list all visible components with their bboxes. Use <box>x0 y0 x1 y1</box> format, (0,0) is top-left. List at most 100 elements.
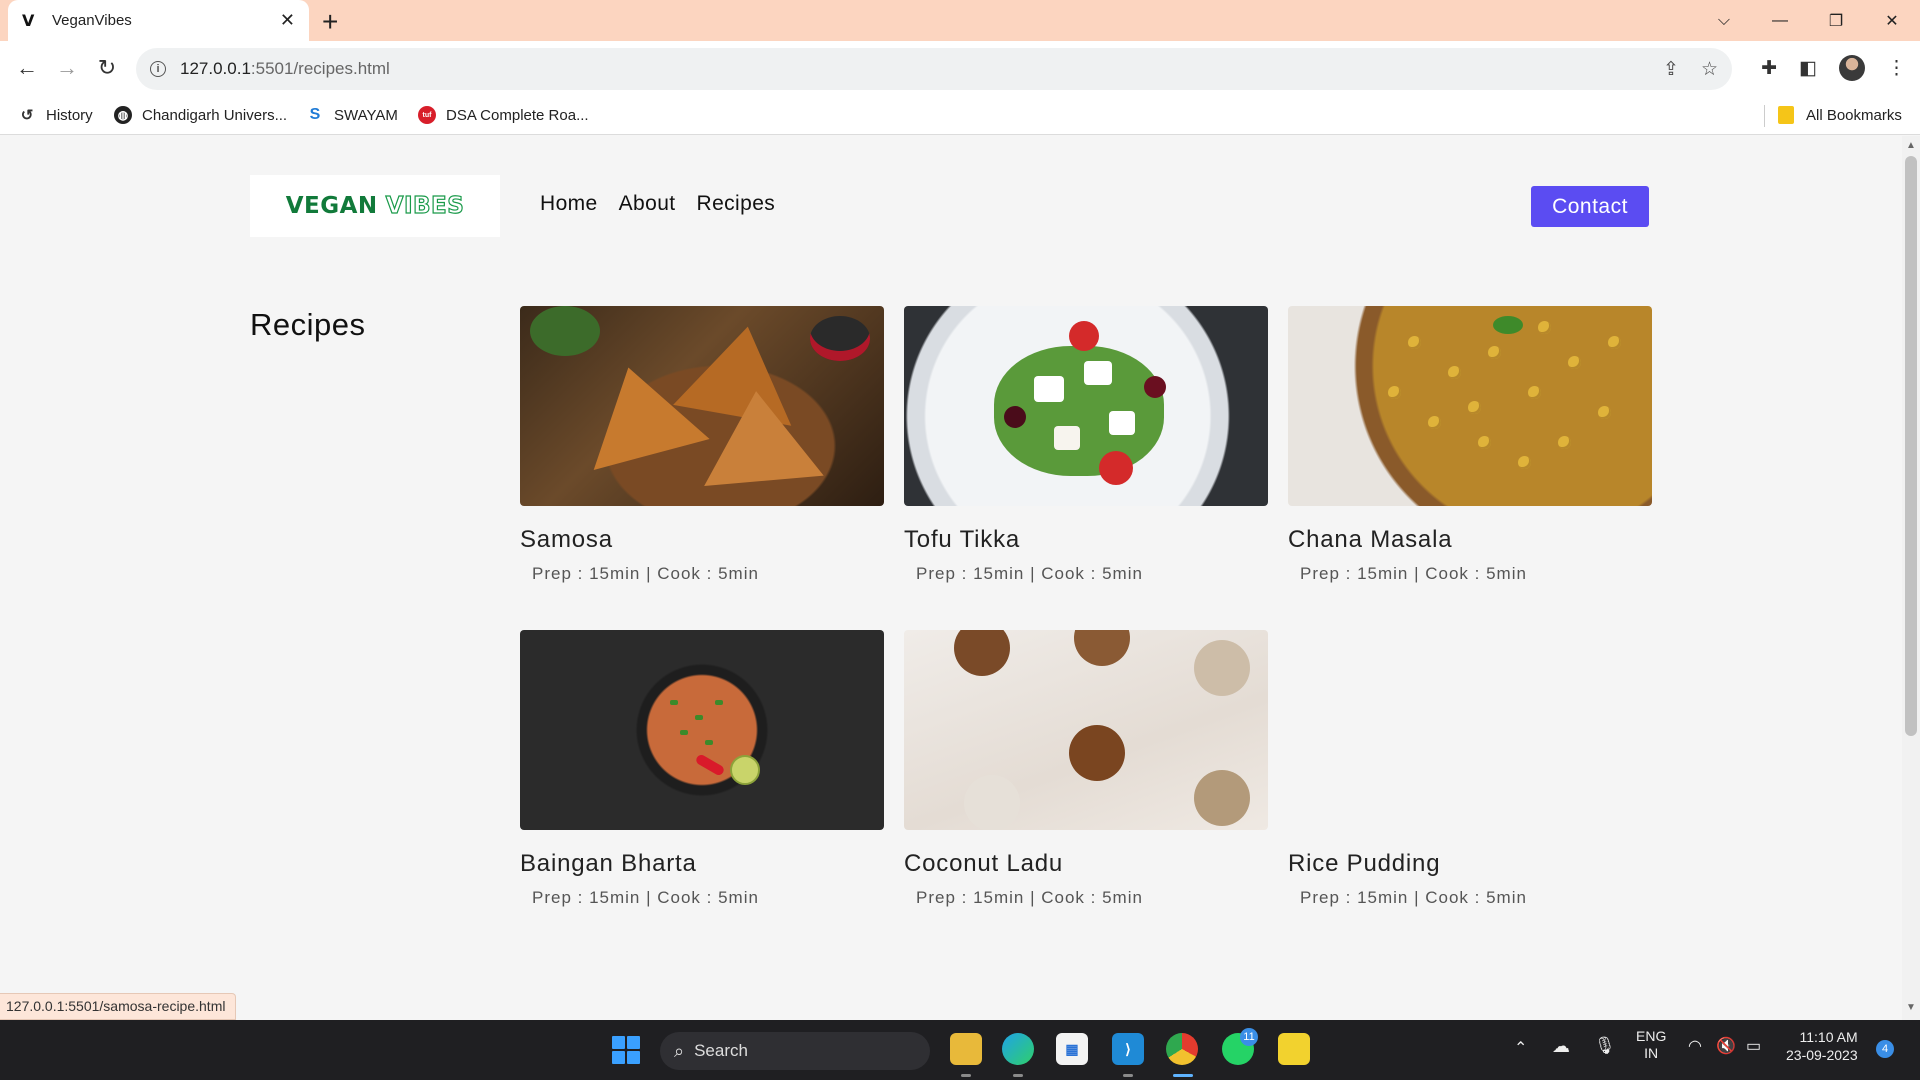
scroll-thumb[interactable] <box>1905 156 1917 736</box>
window-controls: ⌵ — ❐ ✕ <box>1696 0 1920 41</box>
recipe-card-chana-masala[interactable]: Chana Masala Prep : 15min | Cook : 5min <box>1288 306 1652 584</box>
menu-icon[interactable]: ⋮ <box>1887 57 1906 80</box>
rice-pudding-image-placeholder[interactable] <box>1288 630 1652 830</box>
microsoft-store-icon[interactable]: ▦ <box>1056 1033 1088 1065</box>
clock[interactable]: 11:10 AM 23-09-2023 <box>1786 1028 1858 1064</box>
taskbar-search[interactable]: ⌕ Search <box>660 1032 930 1070</box>
all-bookmarks-label: All Bookmarks <box>1806 106 1902 124</box>
restore-button[interactable]: ❐ <box>1808 0 1864 41</box>
bookmark-swayam[interactable]: S SWAYAM <box>306 106 398 124</box>
browser-toolbar: ← → ↻ i 127.0.0.1:5501/recipes.html ⇪ ☆ … <box>0 41 1920 97</box>
sticky-notes-icon[interactable] <box>1278 1033 1310 1065</box>
url-path: :5501/recipes.html <box>250 59 390 78</box>
edge-icon[interactable] <box>1002 1033 1034 1065</box>
app-running-indicator <box>1123 1074 1133 1077</box>
chana-masala-image[interactable] <box>1288 306 1652 506</box>
language-indicator[interactable]: ENG IN <box>1636 1028 1666 1062</box>
reload-button[interactable]: ↻ <box>92 55 122 81</box>
wifi-icon[interactable]: ◠ <box>1688 1036 1702 1056</box>
search-placeholder: Search <box>694 1041 748 1060</box>
onedrive-icon[interactable]: ☁ <box>1552 1036 1570 1057</box>
logo-text-vibes: VIBES <box>385 192 465 219</box>
folder-icon <box>1778 106 1794 124</box>
volume-muted-icon[interactable]: 🔇 <box>1716 1036 1736 1056</box>
site-favicon-icon: V <box>22 11 35 30</box>
close-window-button[interactable]: ✕ <box>1864 0 1920 41</box>
recipe-card-samosa[interactable]: Samosa Prep : 15min | Cook : 5min <box>520 306 884 584</box>
recipe-card-tofu-tikka[interactable]: Tofu Tikka Prep : 15min | Cook : 5min <box>904 306 1268 584</box>
recipe-card-rice-pudding[interactable]: Rice Pudding Prep : 15min | Cook : 5min <box>1288 630 1652 908</box>
chrome-icon[interactable] <box>1166 1033 1198 1065</box>
os-taskbar: ⌕ Search ▦ ⟩ 11 ⌃ ☁ 🎙 ENG IN ◠ 🔇 ▭ 11:10… <box>0 1020 1920 1080</box>
scroll-up-icon[interactable]: ▲ <box>1906 140 1916 151</box>
tab-title: VeganVibes <box>52 12 132 29</box>
bookmark-label: Chandigarh Univers... <box>142 106 288 124</box>
recipe-meta: Prep : 15min | Cook : 5min <box>916 888 1143 907</box>
vscode-icon[interactable]: ⟩ <box>1112 1033 1144 1065</box>
globe-icon: ◍ <box>114 106 132 124</box>
page-scrollbar[interactable]: ▲ ▼ <box>1902 136 1920 1020</box>
minimize-button[interactable]: — <box>1752 0 1808 41</box>
browser-tab[interactable]: V VeganVibes ✕ <box>8 0 309 41</box>
bookmark-dsa[interactable]: tuf DSA Complete Roa... <box>418 106 589 124</box>
forward-button[interactable]: → <box>52 55 82 81</box>
microphone-icon[interactable]: 🎙 <box>1594 1036 1616 1056</box>
all-bookmarks[interactable]: All Bookmarks <box>1778 106 1902 124</box>
recipe-name[interactable]: Samosa <box>520 526 884 554</box>
tuf-icon: tuf <box>418 106 436 124</box>
show-hidden-icons-icon[interactable]: ⌃ <box>1514 1038 1527 1058</box>
bookmark-label: DSA Complete Roa... <box>446 106 589 124</box>
site-logo[interactable]: VEGAN VIBES <box>250 175 500 237</box>
nav-recipes-link[interactable]: Recipes <box>697 192 776 216</box>
recipe-name[interactable]: Coconut Ladu <box>904 850 1268 878</box>
recipe-meta: Prep : 15min | Cook : 5min <box>532 564 759 583</box>
bookmarks-separator <box>1764 105 1765 127</box>
profile-avatar[interactable] <box>1839 55 1865 81</box>
history-icon: ↺ <box>20 107 34 124</box>
coconut-ladu-image[interactable] <box>904 630 1268 830</box>
recipe-meta: Prep : 15min | Cook : 5min <box>916 564 1143 583</box>
recipe-name[interactable]: Chana Masala <box>1288 526 1652 554</box>
tab-bar: V VeganVibes ✕ + ⌵ — ❐ ✕ <box>0 0 1920 41</box>
recipe-meta: Prep : 15min | Cook : 5min <box>1300 888 1527 907</box>
back-button[interactable]: ← <box>12 55 42 81</box>
scroll-down-icon[interactable]: ▼ <box>1906 1002 1916 1013</box>
bookmark-history[interactable]: ↺ History <box>18 106 93 125</box>
windows-start-icon[interactable] <box>612 1036 640 1064</box>
battery-icon[interactable]: ▭ <box>1746 1036 1761 1056</box>
extensions-icon[interactable]: ✚ <box>1761 57 1777 80</box>
close-tab-icon[interactable]: ✕ <box>280 10 295 31</box>
app-running-indicator <box>961 1074 971 1077</box>
recipe-name[interactable]: Tofu Tikka <box>904 526 1268 554</box>
baingan-bharta-image[interactable] <box>520 630 884 830</box>
recipe-card-coconut-ladu[interactable]: Coconut Ladu Prep : 15min | Cook : 5min <box>904 630 1268 908</box>
tab-search-dropdown-icon[interactable]: ⌵ <box>1696 0 1752 41</box>
bookmark-label: SWAYAM <box>334 106 398 124</box>
file-explorer-icon[interactable] <box>950 1033 982 1065</box>
nav-about-link[interactable]: About <box>619 192 676 216</box>
whatsapp-badge: 11 <box>1240 1028 1258 1046</box>
samosa-image[interactable] <box>520 306 884 506</box>
url-text[interactable]: 127.0.0.1:5501/recipes.html <box>180 59 390 79</box>
notification-badge[interactable]: 4 <box>1876 1040 1894 1058</box>
page-viewport: VEGAN VIBES Home About Recipes Contact R… <box>0 136 1902 1020</box>
tofu-tikka-image[interactable] <box>904 306 1268 506</box>
side-panel-icon[interactable]: ◧ <box>1799 57 1817 80</box>
bookmarks-bar: ↺ History ◍ Chandigarh Univers... S SWAY… <box>0 97 1920 135</box>
recipe-name[interactable]: Baingan Bharta <box>520 850 884 878</box>
bookmark-chandigarh[interactable]: ◍ Chandigarh Univers... <box>114 106 287 124</box>
recipe-meta: Prep : 15min | Cook : 5min <box>532 888 759 907</box>
language-code: ENG <box>1636 1028 1667 1044</box>
clock-date: 23-09-2023 <box>1786 1047 1858 1063</box>
bookmark-star-icon[interactable]: ☆ <box>1701 58 1718 81</box>
contact-button[interactable]: Contact <box>1531 186 1649 227</box>
new-tab-button[interactable]: + <box>322 6 338 38</box>
site-info-icon[interactable]: i <box>150 61 166 77</box>
recipe-card-baingan-bharta[interactable]: Baingan Bharta Prep : 15min | Cook : 5mi… <box>520 630 884 908</box>
share-icon[interactable]: ⇪ <box>1663 58 1679 81</box>
app-active-indicator <box>1173 1074 1193 1077</box>
nav-home-link[interactable]: Home <box>540 192 598 216</box>
site-nav: Home About Recipes <box>540 192 775 216</box>
address-bar[interactable]: i 127.0.0.1:5501/recipes.html ⇪ ☆ <box>136 48 1732 90</box>
recipe-name[interactable]: Rice Pudding <box>1288 850 1652 878</box>
